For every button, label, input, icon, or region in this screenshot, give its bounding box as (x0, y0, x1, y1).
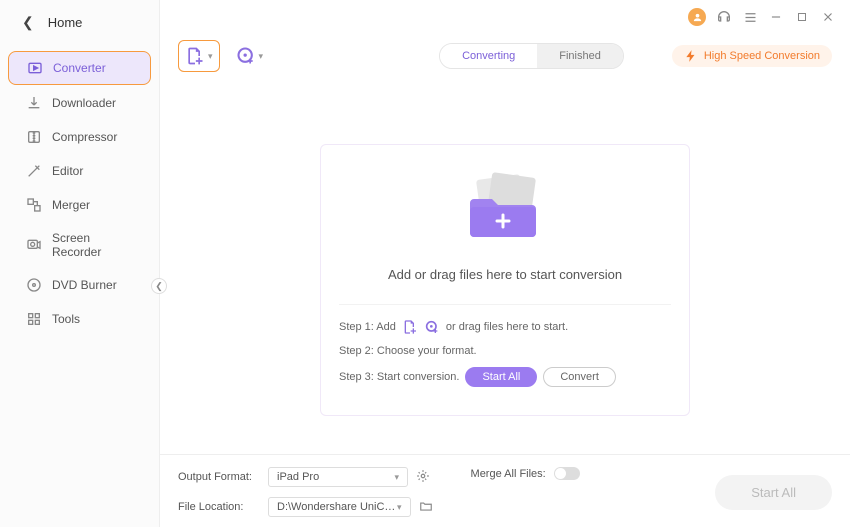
lightning-icon (684, 49, 698, 63)
start-all-button[interactable]: Start All (715, 475, 832, 510)
downloader-icon (26, 95, 42, 111)
sidebar-item-label: Screen Recorder (52, 231, 137, 259)
titlebar (160, 0, 850, 34)
add-file-mini-icon[interactable] (402, 319, 418, 335)
sidebar-item-label: Tools (52, 312, 80, 326)
output-format-value: iPad Pro (277, 471, 319, 483)
home-label: Home (48, 15, 83, 30)
sidebar-item-downloader[interactable]: Downloader (8, 87, 151, 119)
step1-text-a: Step 1: Add (339, 321, 396, 333)
minimize-icon[interactable] (768, 9, 784, 25)
menu-icon[interactable] (742, 9, 758, 25)
editor-icon (26, 163, 42, 179)
sidebar-item-label: Downloader (52, 96, 116, 110)
merge-toggle[interactable] (554, 467, 580, 480)
sidebar-item-label: Converter (53, 61, 106, 75)
sidebar-item-merger[interactable]: Merger (8, 189, 151, 221)
sidebar-item-tools[interactable]: Tools (8, 303, 151, 335)
sidebar-item-compressor[interactable]: Compressor (8, 121, 151, 153)
output-format-label: Output Format: (178, 471, 260, 483)
main-area: ▾ ▾ Converting Finished High Speed Conve… (160, 0, 850, 527)
convert-pill-button[interactable]: Convert (543, 367, 616, 387)
add-files-button[interactable]: ▾ (178, 40, 220, 72)
sidebar-item-converter[interactable]: Converter (8, 51, 151, 85)
avatar-icon[interactable] (688, 8, 706, 26)
file-location-select[interactable]: D:\Wondershare UniConverter 1 ▾ (268, 497, 411, 517)
compressor-icon (26, 129, 42, 145)
output-settings-icon[interactable] (416, 469, 430, 486)
back-icon[interactable]: ❮ (22, 14, 34, 31)
steps: Step 1: Add or drag files here to start.… (339, 304, 671, 387)
add-disc-mini-icon[interactable] (424, 319, 440, 335)
sidebar-item-label: Editor (52, 164, 83, 178)
screen-recorder-icon (26, 237, 42, 253)
support-icon[interactable] (716, 9, 732, 25)
content-area: Add or drag files here to start conversi… (160, 84, 850, 454)
merger-icon (26, 197, 42, 213)
add-file-icon (185, 46, 205, 66)
caret-down-icon: ▾ (397, 502, 402, 513)
close-icon[interactable] (820, 9, 836, 25)
file-location-value: D:\Wondershare UniConverter 1 (277, 501, 397, 513)
caret-down-icon: ▾ (208, 51, 213, 62)
caret-down-icon: ▾ (259, 51, 264, 62)
tab-converting[interactable]: Converting (440, 44, 537, 68)
drop-title: Add or drag files here to start conversi… (339, 267, 671, 282)
merge-label: Merge All Files: (471, 468, 546, 480)
tab-finished[interactable]: Finished (537, 44, 623, 68)
sidebar-item-editor[interactable]: Editor (8, 155, 151, 187)
dvd-burner-icon (26, 277, 42, 293)
tools-icon (26, 311, 42, 327)
add-dvd-button[interactable]: ▾ (230, 41, 270, 71)
step-1: Step 1: Add or drag files here to start. (339, 319, 671, 335)
sidebar-item-dvd-burner[interactable]: DVD Burner (8, 269, 151, 301)
hsc-label: High Speed Conversion (704, 50, 820, 62)
add-disc-icon (236, 46, 256, 66)
tabs: Converting Finished (439, 43, 624, 69)
step3-text: Step 3: Start conversion. (339, 371, 459, 383)
sidebar-item-label: DVD Burner (52, 278, 117, 292)
file-location-label: File Location: (178, 501, 260, 513)
converter-icon (27, 60, 43, 76)
caret-down-icon: ▾ (394, 472, 399, 483)
output-format-select[interactable]: iPad Pro ▾ (268, 467, 408, 487)
sidebar-item-screen-recorder[interactable]: Screen Recorder (8, 223, 151, 267)
step-3: Step 3: Start conversion. Start All Conv… (339, 367, 671, 387)
sidebar-item-label: Compressor (52, 130, 117, 144)
folder-illustration (339, 169, 671, 249)
sidebar: ❮ Home Converter Downloader Compressor (0, 0, 160, 527)
high-speed-conversion-button[interactable]: High Speed Conversion (672, 45, 832, 67)
collapse-sidebar-icon[interactable]: ❮ (151, 278, 167, 294)
toolbar: ▾ ▾ Converting Finished High Speed Conve… (160, 34, 850, 84)
step2-text: Step 2: Choose your format. (339, 345, 477, 357)
start-all-pill-button[interactable]: Start All (465, 367, 537, 387)
sidebar-nav: Converter Downloader Compressor Editor M… (0, 51, 159, 335)
footer: Output Format: iPad Pro ▾ File Location:… (160, 454, 850, 527)
home-row[interactable]: ❮ Home (0, 0, 159, 45)
sidebar-item-label: Merger (52, 198, 90, 212)
drop-zone[interactable]: Add or drag files here to start conversi… (320, 144, 690, 416)
step-2: Step 2: Choose your format. (339, 345, 671, 357)
step1-text-b: or drag files here to start. (446, 321, 568, 333)
maximize-icon[interactable] (794, 9, 810, 25)
open-folder-icon[interactable] (419, 499, 433, 516)
